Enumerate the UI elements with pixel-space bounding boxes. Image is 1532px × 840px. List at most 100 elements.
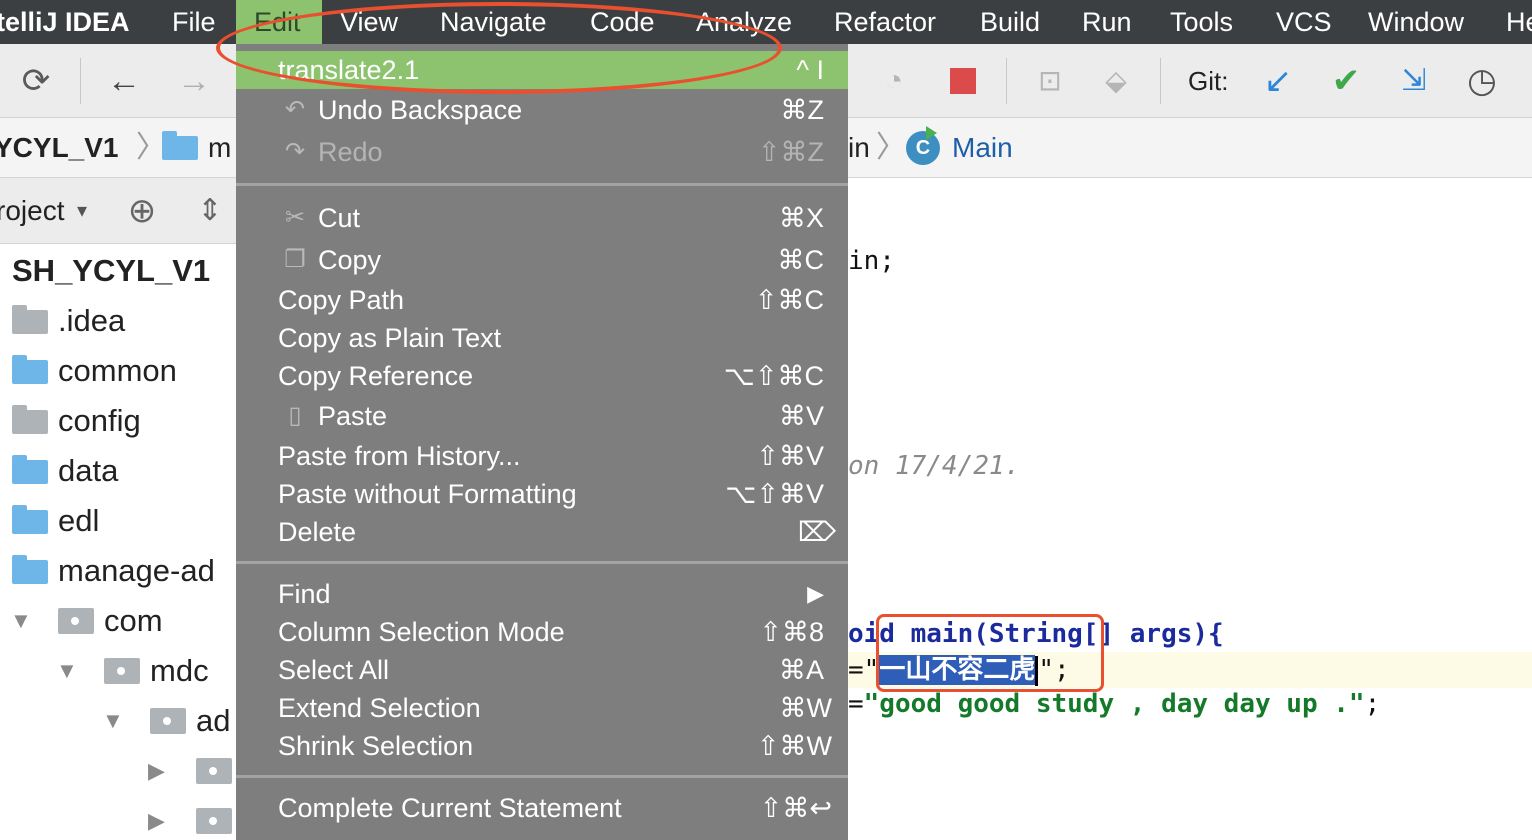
package-icon: [196, 758, 232, 784]
menu-item-paste-without-formatting[interactable]: Paste without Formatting ⌥⇧⌘V: [236, 475, 848, 513]
package-icon: [104, 658, 140, 684]
package-icon: [150, 708, 186, 734]
forward-arrow-icon[interactable]: →: [174, 44, 214, 118]
menu-help[interactable]: He: [1506, 0, 1532, 44]
menu-item-undo[interactable]: ↶ Undo Backspace ⌘Z: [236, 91, 848, 129]
run-marker-icon: [926, 126, 937, 140]
clipboard-icon: ▯: [288, 402, 302, 429]
tree-label: common: [58, 353, 177, 388]
menu-build[interactable]: Build: [980, 0, 1040, 44]
locate-icon[interactable]: ⊕: [122, 178, 162, 244]
ide-window: telliJ IDEA File Edit View Navigate Code…: [0, 0, 1532, 840]
tree-item-collapsed[interactable]: ▶: [0, 796, 236, 840]
folder-icon: [12, 505, 48, 534]
menu-window[interactable]: Window: [1368, 0, 1464, 44]
expand-arrow-icon[interactable]: ▼: [102, 696, 124, 746]
menu-item-copy-plain-text[interactable]: Copy as Plain Text: [236, 319, 848, 357]
menu-item-cut[interactable]: ✂ Cut ⌘X: [236, 199, 848, 237]
expand-arrow-icon[interactable]: ▼: [56, 646, 78, 696]
menu-item-extend-selection[interactable]: Extend Selection ⌘W: [236, 689, 848, 727]
tree-item-collapsed[interactable]: ▶: [0, 746, 236, 796]
deploy-icon[interactable]: ⬙: [1096, 44, 1136, 118]
menu-item-redo[interactable]: ↷ Redo ⇧⌘Z: [236, 133, 848, 171]
tree-item-idea[interactable]: .idea: [0, 296, 236, 346]
tree-item-common[interactable]: common: [0, 346, 236, 396]
folder-icon: [12, 305, 48, 334]
undo-icon: ↶: [284, 96, 306, 123]
collapse-arrow-icon[interactable]: ▶: [148, 796, 165, 840]
menu-separator: [236, 775, 848, 778]
breadcrumb-class[interactable]: Main: [952, 118, 1013, 178]
menu-app-name[interactable]: telliJ IDEA: [0, 0, 130, 44]
toolbar-divider: [80, 58, 81, 104]
expand-arrow-icon[interactable]: ▼: [10, 596, 32, 646]
tree-label: SH_YCYL_V1: [12, 253, 211, 288]
menu-item-shrink-selection[interactable]: Shrink Selection ⇧⌘W: [236, 727, 848, 765]
stop-icon[interactable]: [950, 68, 976, 94]
menu-item-copy[interactable]: ❐ Copy ⌘C: [236, 241, 848, 279]
sync-icon[interactable]: ⟳: [16, 44, 56, 118]
menu-item-paste-history[interactable]: Paste from History... ⇧⌘V: [236, 437, 848, 475]
menu-separator: [236, 561, 848, 564]
annotation-ellipse: [216, 2, 782, 94]
code-line-package: in;: [848, 246, 895, 276]
toolbar-divider: [1160, 58, 1161, 104]
annotation-highlight-box: [876, 614, 1104, 692]
tree-item-data[interactable]: data: [0, 446, 236, 496]
menu-item-paste[interactable]: ▯ Paste ⌘V: [236, 397, 848, 435]
folder-icon: [162, 131, 198, 160]
menu-run[interactable]: Run: [1082, 0, 1132, 44]
build-artifact-icon[interactable]: ⊡: [1030, 44, 1070, 118]
back-arrow-icon[interactable]: ←: [104, 44, 144, 118]
menu-tools[interactable]: Tools: [1170, 0, 1233, 44]
copy-icon: ❐: [284, 246, 306, 273]
menu-item-complete-statement[interactable]: Complete Current Statement ⇧⌘↩: [236, 789, 848, 827]
tree-item-mdc[interactable]: ▼ mdc: [0, 646, 236, 696]
breadcrumb-folder[interactable]: m: [208, 118, 231, 178]
git-compare-icon[interactable]: ⇲: [1394, 44, 1434, 118]
tree-item-ad[interactable]: ▼ ad: [0, 696, 236, 746]
menu-vcs[interactable]: VCS: [1276, 0, 1332, 44]
menu-item-find[interactable]: Find ▶: [236, 575, 848, 613]
edit-menu-dropdown: translate2.1 ^ I ↶ Undo Backspace ⌘Z ↷ R…: [236, 44, 848, 840]
menu-refactor[interactable]: Refactor: [834, 0, 936, 44]
folder-icon: [12, 355, 48, 384]
menu-item-copy-path[interactable]: Copy Path ⇧⌘C: [236, 281, 848, 319]
menu-file[interactable]: File: [172, 0, 216, 44]
tree-label: edl: [58, 503, 100, 538]
package-icon: [58, 608, 94, 634]
project-view-selector[interactable]: roject: [0, 178, 64, 244]
menu-item-select-all[interactable]: Select All ⌘A: [236, 651, 848, 689]
menu-item-column-selection[interactable]: Column Selection Mode ⇧⌘8: [236, 613, 848, 651]
package-icon: [196, 808, 232, 834]
menu-item-delete[interactable]: Delete ⌦: [236, 513, 848, 551]
git-commit-icon[interactable]: ✔: [1326, 44, 1366, 118]
git-update-icon[interactable]: ↙: [1258, 44, 1298, 118]
collapse-all-icon[interactable]: ⇕: [190, 178, 230, 244]
submenu-arrow-icon: ▶: [807, 581, 824, 606]
folder-icon: [12, 405, 48, 434]
delete-key-icon: ⌦: [797, 517, 836, 547]
history-icon[interactable]: ◷: [1462, 44, 1502, 118]
tree-label: ad: [196, 703, 231, 738]
breadcrumb-project[interactable]: YCYL_V1: [0, 118, 119, 178]
redo-icon: ↷: [284, 138, 306, 165]
tree-item-edl[interactable]: edl: [0, 496, 236, 546]
tree-root[interactable]: SH_YCYL_V1: [0, 246, 236, 296]
project-tree: SH_YCYL_V1 .idea common config data edl …: [0, 244, 236, 840]
menu-separator: [236, 183, 848, 186]
tree-label: manage-ad: [58, 553, 215, 588]
menu-item-copy-reference[interactable]: Copy Reference ⌥⇧⌘C: [236, 357, 848, 395]
tree-item-com[interactable]: ▼ com: [0, 596, 236, 646]
scissors-icon: ✂: [284, 204, 306, 231]
breadcrumb-module[interactable]: in: [848, 118, 870, 178]
chevron-right-icon: 〉: [876, 131, 906, 164]
tree-item-config[interactable]: config: [0, 396, 236, 446]
tree-label: mdc: [150, 653, 209, 688]
tree-item-manage-admin[interactable]: manage-ad: [0, 546, 236, 596]
folder-icon: [12, 455, 48, 484]
chevron-down-icon[interactable]: ▾: [70, 178, 94, 244]
tree-label: data: [58, 453, 119, 488]
collapse-arrow-icon[interactable]: ▶: [148, 746, 165, 796]
coverage-icon[interactable]: ◔: [872, 44, 916, 118]
